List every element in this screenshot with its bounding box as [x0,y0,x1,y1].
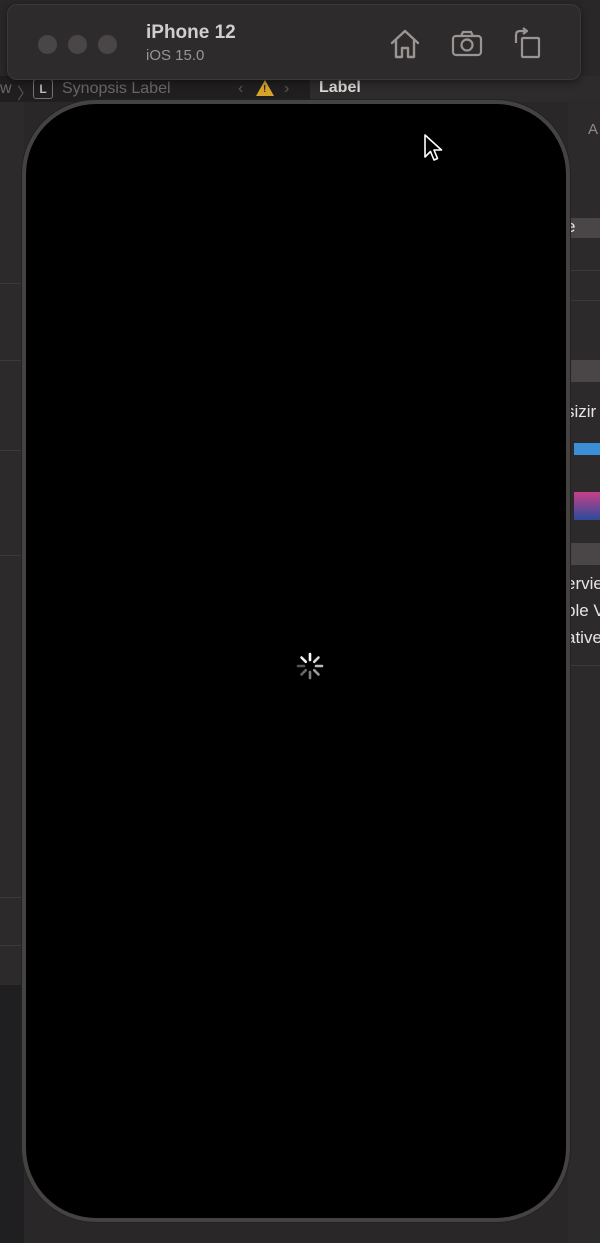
chevron-right-icon[interactable]: › [284,80,289,98]
color-swatch-gradient[interactable] [574,492,600,520]
breadcrumb-prev-segment[interactable]: w [0,80,12,98]
label-type-icon: L [33,79,53,99]
home-icon[interactable] [388,27,422,61]
inspector-partial-relative: ative [566,628,600,647]
inspector-partial-a: A [588,121,599,138]
close-window-button[interactable] [38,35,57,54]
simulator-screen[interactable] [26,104,566,1218]
xcode-left-lower-pane [0,985,24,1243]
breadcrumb-current[interactable]: Synopsis Label [62,80,171,98]
device-name: iPhone 12 [146,22,236,43]
chevron-left-icon[interactable]: ‹ [238,80,243,98]
xcode-inspector-pane [568,100,600,1243]
inspector-partial-overview: ervie [566,574,600,593]
inspector-title: Label [319,79,361,96]
mouse-cursor-icon [424,134,443,161]
os-version: iOS 15.0 [146,47,205,64]
iphone-frame [22,100,570,1222]
minimize-window-button[interactable] [68,35,87,54]
activity-spinner-icon [296,652,324,680]
simulator-title-bar: iPhone 12 iOS 15.0 [7,4,581,80]
camera-icon[interactable] [450,27,484,61]
zoom-window-button[interactable] [98,35,117,54]
inspector-partial-visible: ble V [566,601,600,620]
inspector-partial-sizing: sizir [566,402,597,421]
color-swatch-blue[interactable] [574,443,600,455]
rotate-icon[interactable] [511,27,545,61]
